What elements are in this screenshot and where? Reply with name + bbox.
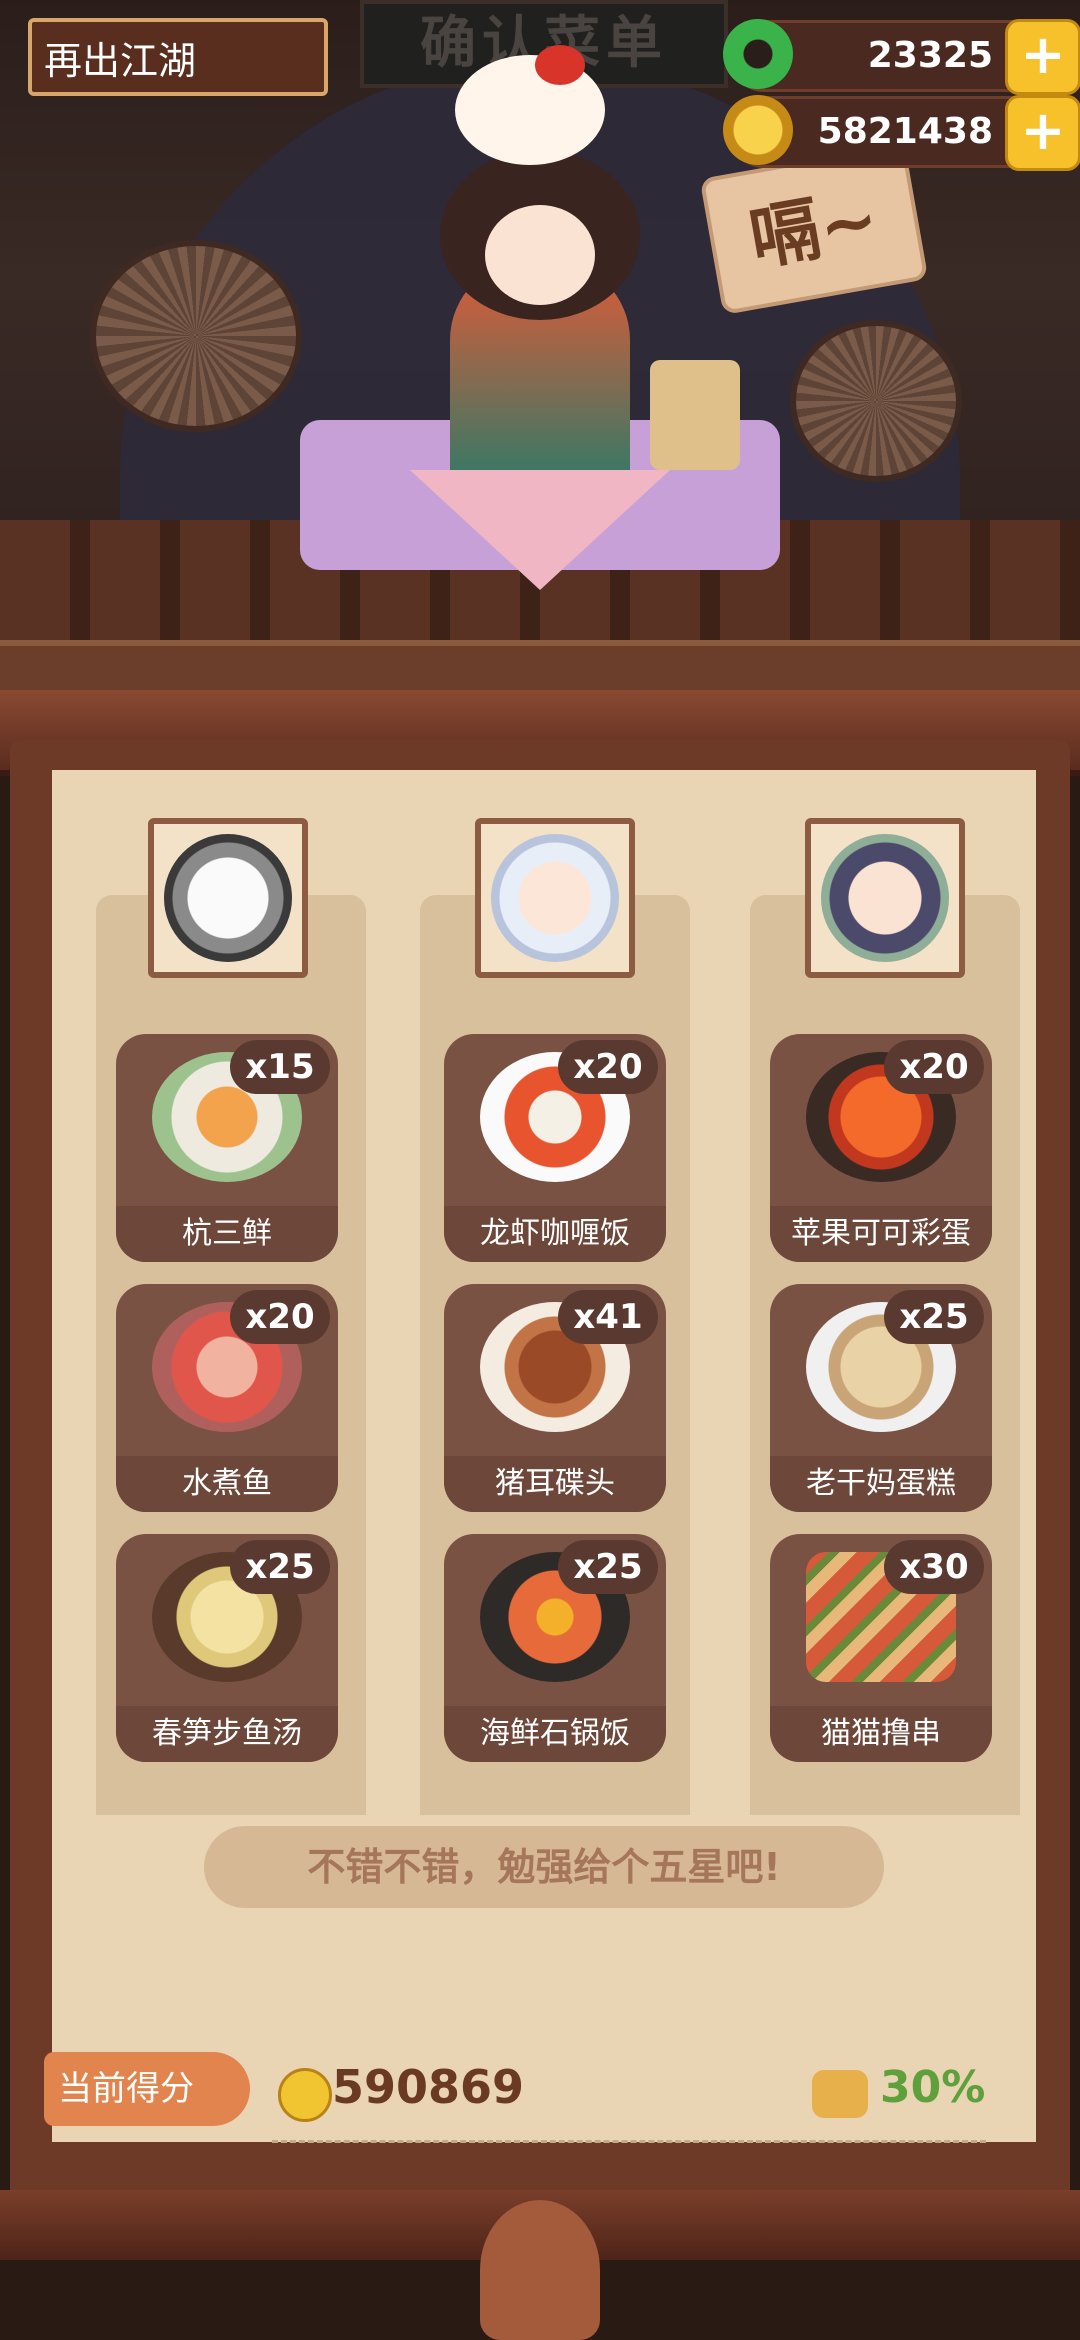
fan-decoration-right — [790, 320, 962, 482]
dish-name: 猫猫撸串 — [770, 1706, 992, 1762]
bonus-icon — [812, 2070, 868, 2118]
dish-card[interactable]: x15 杭三鲜 — [116, 1034, 338, 1262]
coin-icon — [723, 95, 793, 165]
bonus-percent: 30% — [880, 2062, 986, 2113]
dish-name: 春笋步鱼汤 — [116, 1706, 338, 1762]
stacked-bowls — [650, 360, 740, 470]
dish-card[interactable]: x25 海鲜石锅饭 — [444, 1534, 666, 1762]
customer-comment: 不错不错，勉强给个五星吧! — [204, 1826, 884, 1908]
jade-counter: 23325 + — [723, 19, 1080, 95]
chicken-comb — [535, 45, 585, 85]
dish-name: 猪耳碟头 — [444, 1456, 666, 1512]
coin-counter: 5821438 + — [723, 95, 1080, 171]
coin-value: 5821438 — [817, 111, 993, 152]
customer-face — [485, 205, 595, 305]
dish-count: x25 — [884, 1290, 984, 1344]
plus-icon[interactable]: + — [1005, 19, 1080, 95]
dish-card[interactable]: x20 水煮鱼 — [116, 1284, 338, 1512]
dish-count: x30 — [884, 1540, 984, 1594]
dish-name: 老干妈蛋糕 — [770, 1456, 992, 1512]
dish-name: 苹果可可彩蛋 — [770, 1206, 992, 1262]
customer-portrait-2[interactable] — [475, 818, 635, 978]
dish-count: x20 — [230, 1290, 330, 1344]
avatar — [491, 834, 619, 962]
dish-card[interactable]: x25 春笋步鱼汤 — [116, 1534, 338, 1762]
chinese-knot-ornament — [480, 2200, 600, 2340]
customer-portrait-1[interactable] — [148, 818, 308, 978]
dish-card[interactable]: x20 苹果可可彩蛋 — [770, 1034, 992, 1262]
dish-count: x25 — [230, 1540, 330, 1594]
dish-card[interactable]: x20 龙虾咖喱饭 — [444, 1034, 666, 1262]
dish-count: x20 — [884, 1040, 984, 1094]
dish-name: 龙虾咖喱饭 — [444, 1206, 666, 1262]
jade-value: 23325 — [867, 35, 993, 76]
dish-card[interactable]: x30 猫猫撸串 — [770, 1534, 992, 1762]
dish-name: 海鲜石锅饭 — [444, 1706, 666, 1762]
avatar — [821, 834, 949, 962]
dish-count: x25 — [558, 1540, 658, 1594]
avatar — [164, 834, 292, 962]
dish-name: 水煮鱼 — [116, 1456, 338, 1512]
dish-count: x41 — [558, 1290, 658, 1344]
dish-card[interactable]: x41 猪耳碟头 — [444, 1284, 666, 1512]
dish-count: x15 — [230, 1040, 330, 1094]
dish-count: x20 — [558, 1040, 658, 1094]
dish-card[interactable]: x25 老干妈蛋糕 — [770, 1284, 992, 1512]
level-title[interactable]: 再出江湖 — [28, 18, 328, 96]
fan-decoration-left — [90, 240, 302, 432]
current-score-label: 当前得分 — [44, 2052, 250, 2126]
divider — [272, 2140, 986, 2143]
customer-portrait-3[interactable] — [805, 818, 965, 978]
plus-icon[interactable]: + — [1005, 95, 1080, 171]
coin-small-icon — [278, 2068, 332, 2122]
dish-name: 杭三鲜 — [116, 1206, 338, 1262]
score-value: 590869 — [332, 2060, 525, 2114]
jade-icon — [723, 19, 793, 89]
